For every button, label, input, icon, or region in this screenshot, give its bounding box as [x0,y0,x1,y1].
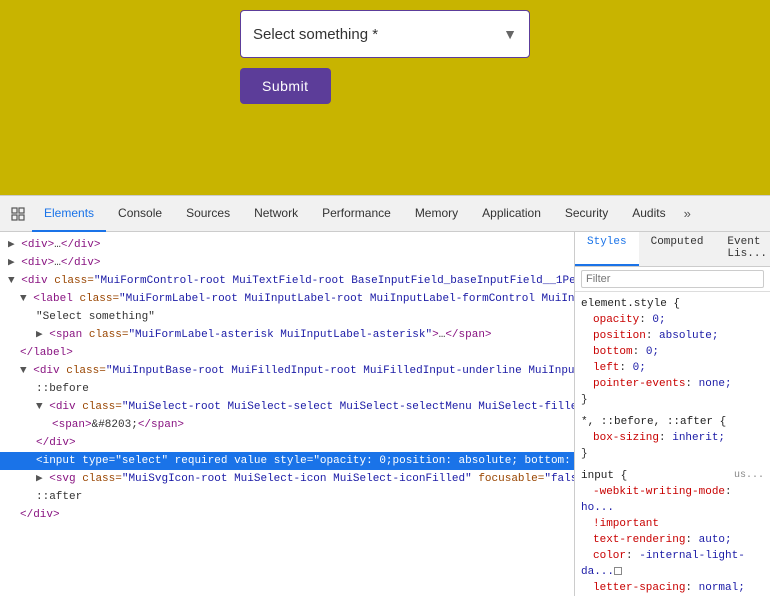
tab-network[interactable]: Network [242,196,310,232]
preview-area: Select something * ▼ Submit [0,0,770,195]
styles-tab-styles[interactable]: Styles [575,232,639,266]
styles-tabs-bar: Styles Computed Event Lis... [575,232,770,267]
devtools-panel: Elements Console Sources Network Perform… [0,195,770,596]
tab-more-button[interactable]: » [678,196,697,232]
devtools-icon[interactable] [4,200,32,228]
dom-line: ▼ <label class="MuiFormLabel-root MuiInp… [0,290,574,308]
dom-line: ▶ <div>…</div> [0,236,574,254]
styles-filter-input[interactable] [581,270,764,288]
styles-tab-event-listeners[interactable]: Event Lis... [715,232,770,266]
styles-content: element.style { opacity: 0; position: ab… [575,292,770,596]
caret-icon[interactable]: ▶ [8,239,15,251]
dom-line: <span>&#8203;</span> [0,416,574,434]
dom-line: ▶ <svg class="MuiSvgIcon-root MuiSelect-… [0,470,574,488]
devtools-body: ▶ <div>…</div> ▶ <div>…</div> ▼ <div cla… [0,232,770,596]
dom-line: </label> [0,344,574,362]
tab-elements[interactable]: Elements [32,196,106,232]
dom-line: ▶ <div>…</div> [0,254,574,272]
dom-line: </div> [0,434,574,452]
elements-panel: ▶ <div>…</div> ▶ <div>…</div> ▼ <div cla… [0,232,575,596]
tab-performance[interactable]: Performance [310,196,403,232]
dom-line: ::before [0,380,574,398]
preview-content: Select something * ▼ Submit [240,10,530,104]
color-swatch [614,567,622,575]
dom-line: ::after [0,488,574,506]
caret-icon[interactable]: ▶ [36,473,43,485]
caret-icon[interactable]: ▼ [8,275,15,287]
dom-line: ▼ <div class="MuiInputBase-root MuiFille… [0,362,574,380]
tab-console[interactable]: Console [106,196,174,232]
select-dropdown[interactable]: Select something * ▼ [240,10,530,58]
devtools-tabs-bar: Elements Console Sources Network Perform… [0,196,770,232]
tab-audits[interactable]: Audits [620,196,677,232]
caret-icon[interactable]: ▶ [8,257,15,269]
dom-line: ▼ <div class="MuiSelect-root MuiSelect-s… [0,398,574,416]
select-arrow-icon: ▼ [503,26,517,42]
tab-security[interactable]: Security [553,196,620,232]
styles-tab-computed[interactable]: Computed [639,232,716,266]
submit-button[interactable]: Submit [240,68,331,104]
caret-icon[interactable]: ▼ [20,293,27,305]
dom-line-highlighted[interactable]: <input type="select" required value styl… [0,452,574,470]
styles-panel: Styles Computed Event Lis... element.sty… [575,232,770,596]
caret-icon[interactable]: ▼ [36,401,43,413]
styles-filter [575,267,770,292]
tab-sources[interactable]: Sources [174,196,242,232]
dom-line: "Select something" [0,308,574,326]
select-wrapper: Select something * ▼ [240,10,530,58]
tab-memory[interactable]: Memory [403,196,470,232]
tab-application[interactable]: Application [470,196,553,232]
style-rule-universal: *, ::before, ::after { box-sizing: inher… [581,414,764,462]
caret-icon[interactable]: ▼ [20,365,27,377]
dom-line: ▶ <span class="MuiFormLabel-asterisk Mui… [0,326,574,344]
style-rule-input: input { us... -webkit-writing-mode: ho..… [581,468,764,596]
select-label: Select something * [253,26,378,43]
dom-line: ▼ <div class="MuiFormControl-root MuiTex… [0,272,574,290]
dom-line: </div> [0,506,574,524]
caret-icon[interactable]: ▶ [36,329,43,341]
style-rule-element: element.style { opacity: 0; position: ab… [581,296,764,408]
